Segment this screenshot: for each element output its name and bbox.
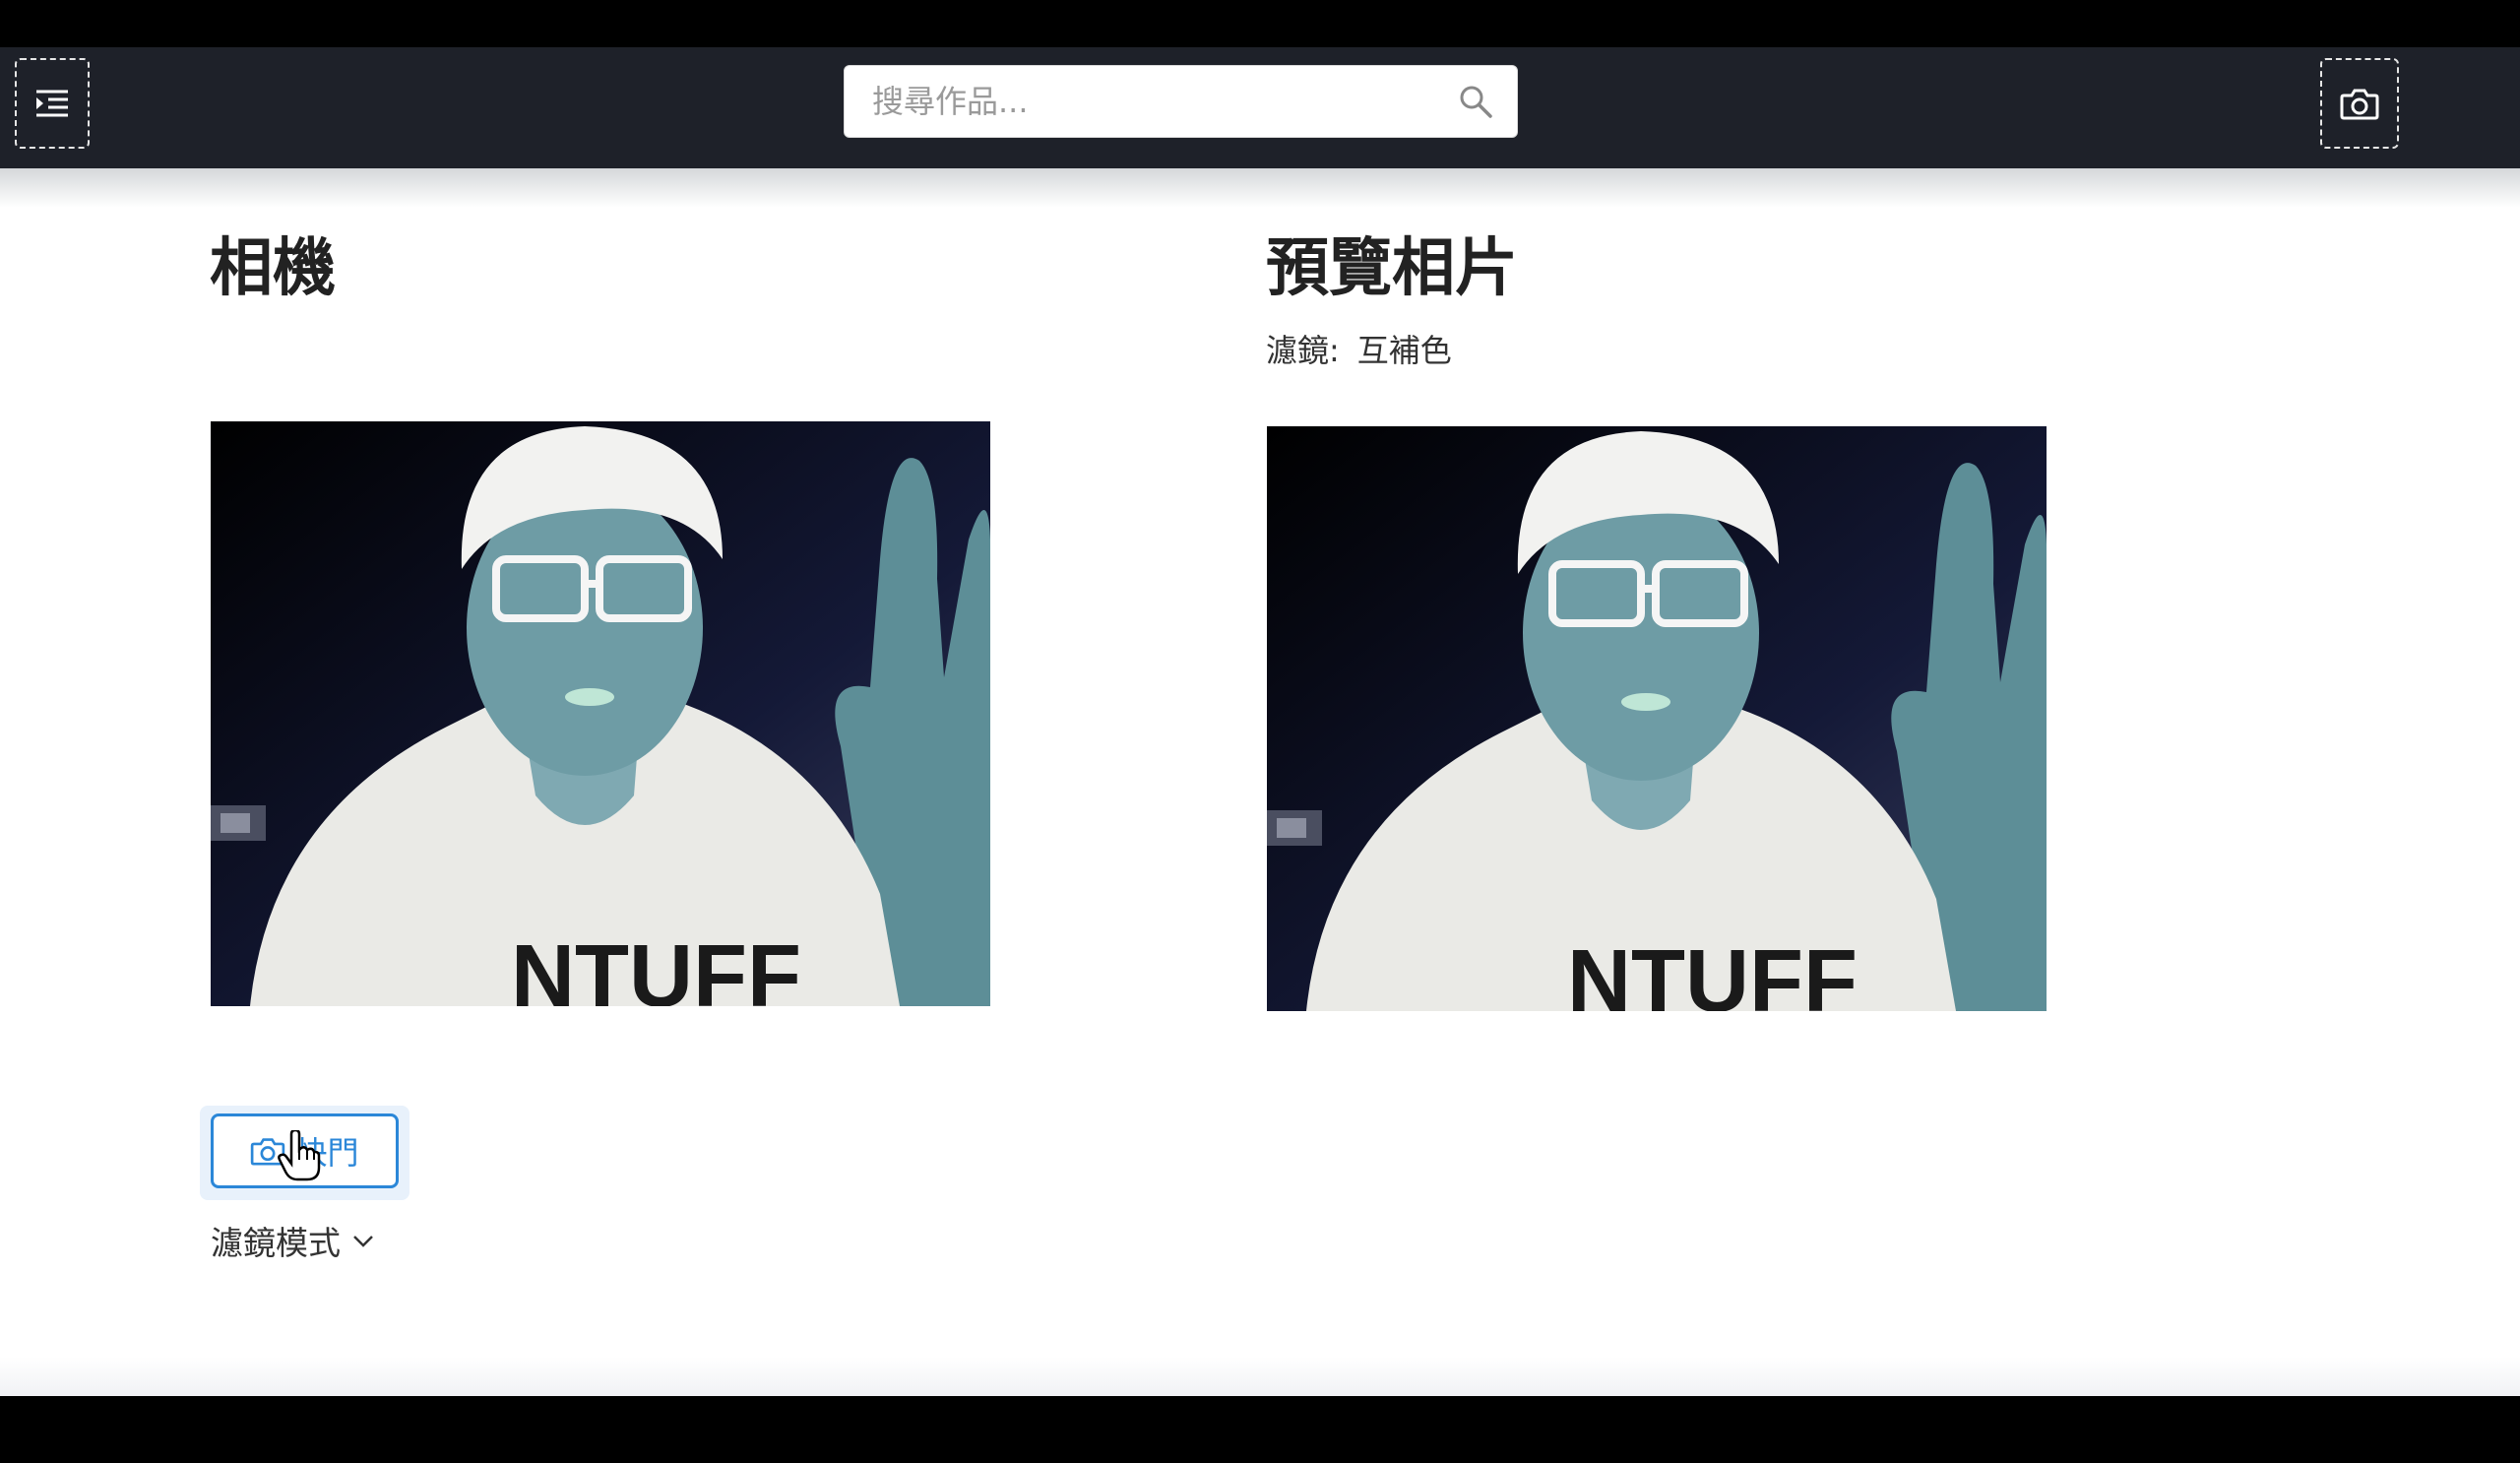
filter-mode-label: 濾鏡模式 [211, 1224, 341, 1262]
search-input[interactable] [845, 66, 1435, 137]
filter-label: 濾鏡: [1266, 332, 1340, 369]
bottom-fade [0, 1357, 2520, 1396]
shutter-button[interactable]: 快門 [211, 1113, 399, 1188]
shirt-text: NTUFF [1567, 932, 1858, 1011]
camera-title: 相機 [210, 232, 336, 305]
navbar-shadow [0, 168, 2520, 208]
camera-icon [251, 1138, 285, 1166]
shutter-button-focus-ring: 快門 [200, 1106, 410, 1200]
menu-button[interactable] [15, 58, 90, 149]
preview-photo: NTUFF [1267, 426, 2047, 1011]
top-black-bar [0, 0, 2520, 47]
preview-photo-image: NTUFF [1267, 426, 2047, 1011]
camera-video-feed: NTUFF [211, 421, 990, 1006]
camera-feed-image: NTUFF [211, 421, 990, 1006]
search-icon[interactable] [1458, 84, 1493, 119]
chevron-down-icon [353, 1236, 373, 1247]
filter-indicator: 濾鏡: 互補色 [1266, 326, 1452, 371]
search-box [844, 65, 1518, 138]
menu-icon [36, 90, 68, 117]
filter-value: 互補色 [1356, 332, 1452, 369]
filter-mode-dropdown[interactable]: 濾鏡模式 [211, 1217, 376, 1264]
navbar [0, 47, 2520, 168]
shirt-text: NTUFF [511, 927, 801, 1006]
preview-title: 預覽相片 [1266, 232, 1518, 305]
main-content: 相機 預覽相片 濾鏡: 互補色 NTUFF NTUFF 快門 濾鏡模式 [0, 168, 2520, 1396]
camera-icon [2340, 89, 2379, 120]
shutter-label: 快門 [295, 1134, 359, 1172]
bottom-black-bar [0, 1396, 2520, 1463]
camera-nav-button[interactable] [2320, 58, 2399, 149]
